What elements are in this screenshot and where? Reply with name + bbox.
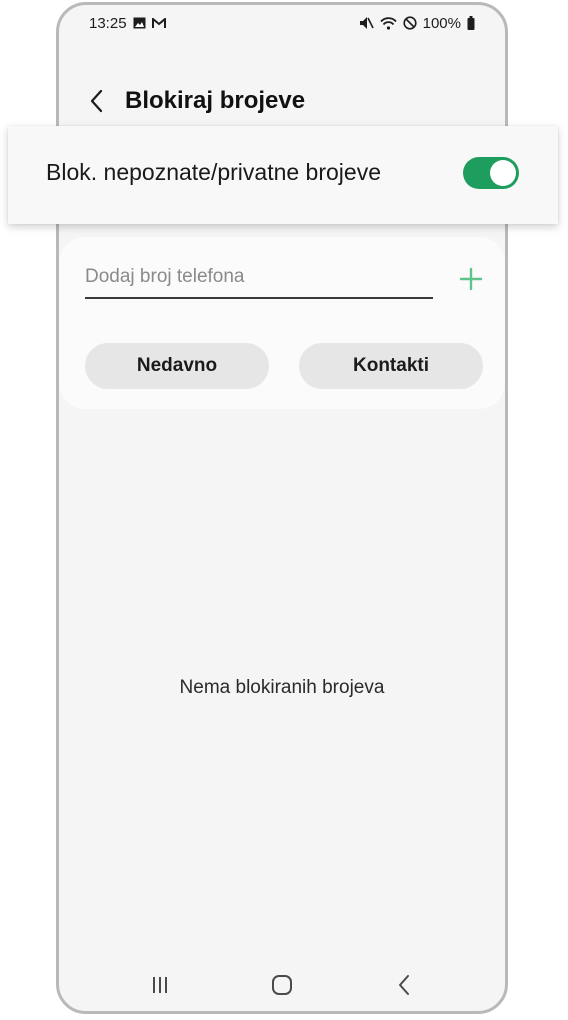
block-unknown-card: Blok. nepoznate/privatne brojeve <box>8 126 558 224</box>
nav-back-button[interactable] <box>384 965 424 1005</box>
nav-back-icon <box>399 975 409 995</box>
status-left: 13:25 <box>89 15 166 32</box>
recent-button[interactable]: Nedavno <box>85 343 269 389</box>
gallery-icon <box>133 17 146 29</box>
stage: 13:25 100% Blokiraj brojeve Dodaj broj t… <box>0 0 568 1020</box>
status-right: 100% <box>359 15 475 32</box>
home-icon <box>272 975 292 995</box>
empty-state-text: Nema blokiranih brojeva <box>179 677 385 698</box>
app-header: Blokiraj brojeve <box>59 77 505 125</box>
page-title: Blokiraj brojeve <box>125 87 306 114</box>
plus-icon <box>459 267 483 291</box>
wifi-icon <box>379 16 397 30</box>
navigation-bar <box>59 959 505 1011</box>
contacts-button[interactable]: Kontakti <box>299 343 483 389</box>
add-number-button[interactable] <box>457 265 485 293</box>
recent-apps-button[interactable] <box>140 965 180 1005</box>
phone-number-input[interactable] <box>85 257 433 297</box>
chevron-left-icon <box>90 89 103 113</box>
battery-icon <box>467 16 475 30</box>
home-button[interactable] <box>262 965 302 1005</box>
do-not-disturb-icon <box>403 16 417 30</box>
status-bar: 13:25 100% <box>59 5 505 41</box>
gmail-icon <box>151 17 166 29</box>
battery-text: 100% <box>422 14 461 32</box>
toggle-knob <box>490 160 516 186</box>
phone-input-wrapper <box>85 257 433 299</box>
back-button[interactable] <box>81 85 113 117</box>
recent-apps-icon <box>153 977 167 993</box>
mute-icon <box>359 16 374 30</box>
status-time: 13:25 <box>89 14 127 32</box>
add-number-card: Nedavno Kontakti <box>59 237 505 409</box>
block-unknown-label: Blok. nepoznate/privatne brojeve <box>46 159 381 185</box>
block-unknown-toggle[interactable] <box>463 157 519 189</box>
